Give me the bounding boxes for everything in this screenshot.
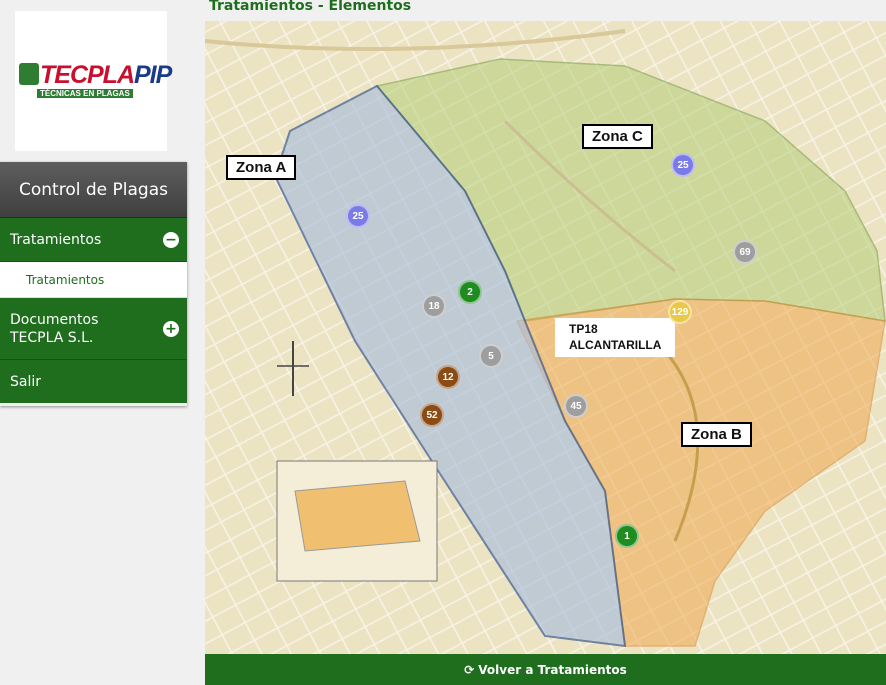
zone-a-label: Zona A bbox=[226, 155, 297, 180]
collapse-icon[interactable]: − bbox=[163, 231, 179, 248]
expand-icon[interactable]: + bbox=[163, 320, 179, 337]
sidebar-item-salir[interactable]: Salir bbox=[0, 360, 187, 403]
sidebar-item-label: Documentos TECPLA S.L. bbox=[10, 311, 99, 346]
marker-cluster[interactable]: 69 bbox=[733, 240, 757, 264]
logo-brand: TECPLAPIP bbox=[40, 61, 172, 89]
marker-cluster[interactable]: 12 bbox=[436, 365, 460, 389]
logo: TECPLAPIP TÉCNICAS EN PLAGAS bbox=[15, 11, 172, 151]
back-button[interactable]: ⟳ Volver a Tratamientos bbox=[205, 654, 886, 685]
refresh-icon: ⟳ bbox=[464, 662, 475, 677]
marker-cluster[interactable]: 1 bbox=[615, 524, 639, 548]
marker-cluster[interactable]: 5 bbox=[479, 344, 503, 368]
zone-map[interactable]: Zona A Zona B Zona C TP18 ALCANTARILLA 2… bbox=[205, 21, 886, 654]
sidebar-item-label: Tratamientos bbox=[10, 231, 102, 248]
logo-tagline: TÉCNICAS EN PLAGAS bbox=[37, 89, 133, 98]
sidebar-item-label: Salir bbox=[10, 373, 42, 390]
marker-cluster[interactable]: 25 bbox=[346, 204, 370, 228]
tp18-label: TP18 ALCANTARILLA bbox=[555, 318, 676, 358]
marker-cluster[interactable]: 45 bbox=[564, 394, 588, 418]
marker-cluster[interactable]: 129 bbox=[668, 300, 692, 324]
marker-cluster[interactable]: 2 bbox=[458, 280, 482, 304]
sidebar-item-documentos-label-wrap: Documentos TECPLA S.L. bbox=[0, 298, 150, 360]
back-button-label: Volver a Tratamientos bbox=[478, 662, 627, 677]
sidebar-menu: Control de Plagas Tratamientos − Tratami… bbox=[0, 162, 187, 406]
map-image bbox=[205, 21, 886, 654]
zone-b-label: Zona B bbox=[681, 422, 752, 447]
marker-cluster[interactable]: 52 bbox=[420, 403, 444, 427]
page-title: Tratamientos - Elementos bbox=[209, 0, 412, 14]
sidebar-item-tratamientos[interactable]: Tratamientos − bbox=[0, 218, 187, 262]
marker-cluster[interactable]: 18 bbox=[422, 294, 446, 318]
marker-cluster[interactable]: 25 bbox=[671, 153, 695, 177]
zone-c-label: Zona C bbox=[582, 124, 653, 149]
sidebar-header: Control de Plagas bbox=[0, 162, 187, 218]
sidebar-subitem-tratamientos[interactable]: Tratamientos bbox=[0, 262, 187, 298]
